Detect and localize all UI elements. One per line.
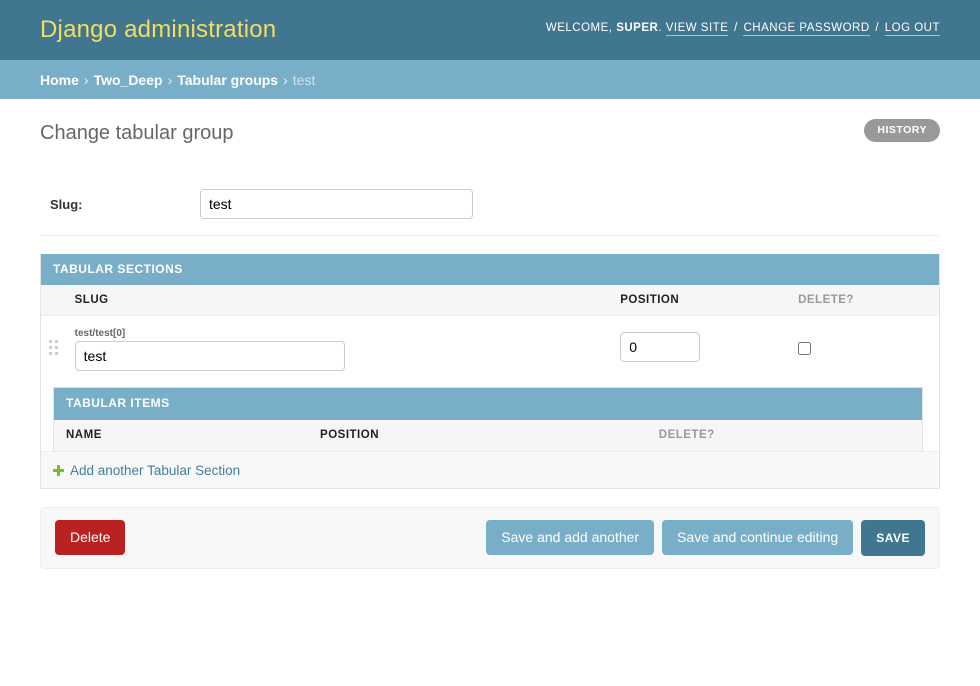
inline-heading-tabular-sections: Tabular sections: [41, 254, 939, 286]
main-content: Change tabular group History Slug: Tabul…: [0, 99, 980, 569]
user-tools: Welcome, super. View site / Change passw…: [545, 22, 940, 36]
breadcrumb-item-home[interactable]: Home: [40, 72, 79, 88]
breadcrumb-item-app[interactable]: Two_Deep: [94, 72, 163, 88]
add-another-label: Add another Tabular Section: [70, 462, 241, 478]
column-header-position: Position: [608, 285, 787, 317]
drag-handle-icon[interactable]: [49, 339, 59, 356]
save-and-continue-button[interactable]: [662, 520, 854, 556]
column-header-delete-nested: Delete?: [646, 419, 922, 451]
delete-button-wrapper: Delete: [55, 520, 126, 556]
slug-label: Slug:: [50, 196, 83, 212]
delete-button[interactable]: Delete: [55, 520, 126, 556]
inline-original-label: test/test[0]: [74, 328, 126, 340]
add-icon: [53, 464, 64, 476]
content-title-row: Change tabular group History: [40, 119, 940, 159]
site-title: Django administration: [40, 16, 277, 43]
inline-delete-checkbox[interactable]: [798, 341, 812, 355]
main-fieldset: Slug:: [40, 177, 940, 236]
nested-inline-row: Tabular items Name Position Delete?: [41, 381, 939, 451]
nested-inline-header-row: Name Position Delete?: [54, 419, 922, 451]
inline-group-tabular-sections: Tabular sections Slug Position Delete?: [40, 254, 940, 489]
inline-header-row: Slug Position Delete?: [41, 285, 939, 317]
breadcrumb-separator: ›: [283, 71, 288, 88]
object-tools: History: [864, 119, 940, 142]
breadcrumb-item-current: test: [292, 71, 316, 88]
inline-table-tabular-sections: Slug Position Delete?: [41, 285, 939, 451]
view-site-link[interactable]: View site: [665, 22, 729, 36]
breadcrumb: Home › Two_Deep › Tabular groups › test: [0, 60, 980, 99]
drag-handle-cell[interactable]: [41, 315, 63, 382]
change-password-link[interactable]: Change password: [743, 22, 870, 36]
user-tools-separator-1: /: [734, 22, 738, 34]
drag-handle-column-header: [41, 285, 63, 317]
add-another-tabular-section-link[interactable]: Add another Tabular Section: [53, 463, 240, 478]
welcome-period: .: [658, 22, 663, 34]
object-tools-item: History: [864, 119, 940, 142]
inline-heading-tabular-items: Tabular items: [54, 388, 922, 420]
column-header-delete: Delete?: [786, 285, 939, 317]
submit-row: Delete: [40, 506, 940, 569]
save-button[interactable]: [861, 519, 925, 556]
log-out-link[interactable]: Log out: [884, 22, 940, 36]
inline-group-tabular-items: Tabular items Name Position Delete?: [53, 387, 923, 451]
save-and-add-another-button[interactable]: [486, 520, 655, 556]
cell-delete: [786, 315, 939, 382]
user-tools-separator-2: /: [875, 22, 880, 34]
change-form: Slug: Tabular sections Slug Position Del…: [40, 177, 940, 569]
cell-position: [608, 315, 787, 382]
inline-table-tabular-items: Name Position Delete?: [54, 419, 922, 451]
inline-slug-input[interactable]: [74, 341, 345, 372]
column-header-slug: Slug: [62, 285, 609, 317]
form-row-slug: Slug:: [40, 177, 940, 236]
inline-table-body: test/test[0] test 0 TABULAR ITEMS NAME P…: [41, 315, 939, 451]
inline-table-head: Slug Position Delete?: [41, 285, 939, 317]
add-another-row: Add another Tabular Section: [41, 450, 939, 488]
page-container: Django administration Welcome, super. Vi…: [0, 0, 980, 569]
history-button[interactable]: History: [864, 119, 940, 142]
breadcrumb-item-model[interactable]: Tabular groups: [177, 72, 278, 88]
breadcrumb-separator: ›: [167, 71, 173, 88]
branding: Django administration: [40, 18, 276, 42]
slug-input[interactable]: [200, 189, 473, 219]
nested-inline-table-head: Name Position Delete?: [54, 419, 922, 451]
table-row: test/test[0]: [41, 315, 939, 382]
nested-inline-cell: Tabular items Name Position Delete?: [41, 381, 939, 451]
column-header-name: Name: [54, 419, 309, 451]
cell-slug: test/test[0]: [62, 315, 609, 382]
column-header-position-nested: Position: [308, 419, 647, 451]
username-label: super: [616, 22, 659, 34]
welcome-text: Welcome,: [545, 22, 613, 34]
page-title: Change tabular group: [40, 122, 234, 144]
breadcrumb-separator: ›: [83, 71, 89, 88]
site-header: Django administration Welcome, super. Vi…: [0, 0, 980, 60]
inline-position-input[interactable]: [620, 331, 701, 362]
